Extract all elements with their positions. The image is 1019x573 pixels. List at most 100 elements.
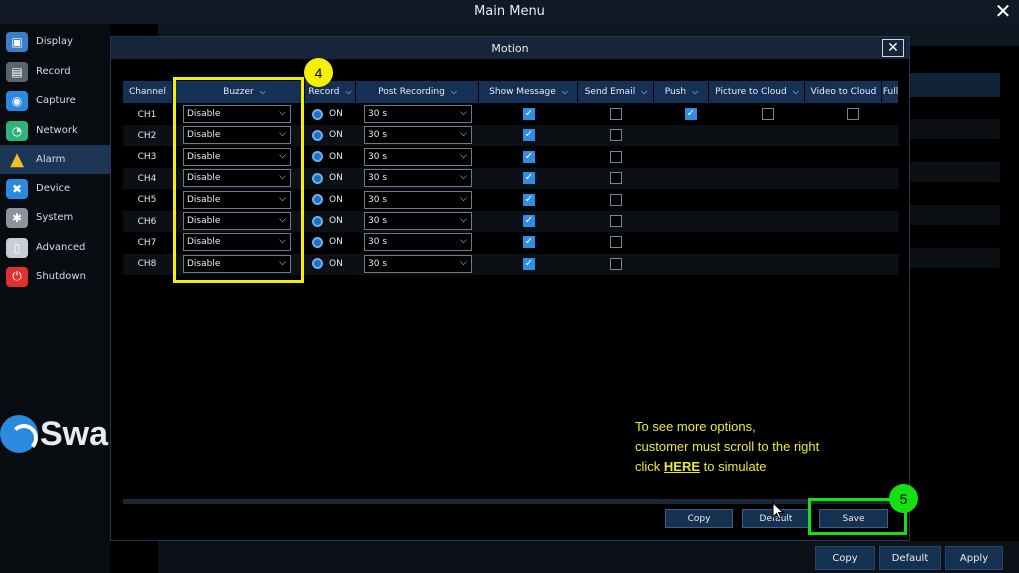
record-radio-icon xyxy=(312,108,323,120)
chevron-down-icon: ⌵ xyxy=(345,87,352,96)
record-toggle[interactable]: ON xyxy=(312,126,343,144)
post-recording-select[interactable]: 30 s ⌵ xyxy=(364,147,472,166)
send-email-checkbox[interactable] xyxy=(610,129,622,142)
hint-line-1: To see more options, xyxy=(635,419,756,434)
dialog-title: Motion xyxy=(491,42,529,55)
show-message-checkbox[interactable]: ✓ xyxy=(523,193,535,206)
record-state: ON xyxy=(329,130,343,141)
record-toggle[interactable]: ON xyxy=(312,105,343,123)
copy-button[interactable]: Copy xyxy=(665,509,733,528)
record-state: ON xyxy=(329,151,343,162)
record-radio-icon xyxy=(312,129,323,141)
buzzer-highlight-box xyxy=(173,77,304,283)
record-state: ON xyxy=(329,237,343,248)
sidebar-item-record[interactable]: ▤ Record xyxy=(0,57,110,86)
record-toggle[interactable]: ON xyxy=(312,212,343,230)
chevron-down-icon: ⌵ xyxy=(460,215,467,225)
chevron-down-icon: ⌵ xyxy=(460,129,467,140)
post-recording-value: 30 s xyxy=(368,173,388,184)
record-toggle[interactable]: ON xyxy=(312,255,343,273)
send-email-checkbox[interactable] xyxy=(610,215,622,227)
column-header-label: Channel xyxy=(129,87,166,97)
footer-apply-button[interactable]: Apply xyxy=(945,546,1003,570)
column-header-send-email[interactable]: Send Email ⌵ xyxy=(579,81,654,103)
column-header-full: Full xyxy=(883,81,899,103)
post-recording-select[interactable]: 30 s ⌵ xyxy=(364,169,472,188)
sidebar-item-label: Alarm xyxy=(36,154,66,165)
chevron-down-icon: ⌵ xyxy=(641,87,648,96)
show-message-checkbox[interactable]: ✓ xyxy=(523,150,535,163)
record-state: ON xyxy=(329,216,343,226)
sidebar-item-label: Shutdown xyxy=(36,271,86,282)
sidebar-item-network[interactable]: ◔ Network xyxy=(0,116,110,145)
background-row xyxy=(910,162,1000,182)
sidebar-item-capture[interactable]: ◉ Capture xyxy=(0,86,110,115)
video-to-cloud-checkbox[interactable] xyxy=(847,108,859,120)
push-checkbox[interactable]: ✓ xyxy=(685,108,697,120)
sidebar-item-label: Capture xyxy=(36,95,76,106)
sidebar-item-display[interactable]: ▣ Display xyxy=(0,27,110,56)
dialog-titlebar: Motion ✕ xyxy=(111,37,909,59)
send-email-checkbox[interactable] xyxy=(610,150,622,163)
show-message-checkbox[interactable]: ✓ xyxy=(523,172,535,185)
post-recording-select[interactable]: 30 s ⌵ xyxy=(364,105,472,123)
column-header-label: Picture to Cloud xyxy=(715,87,787,97)
sidebar-item-alarm[interactable]: ▲ Alarm xyxy=(0,145,110,174)
column-header-post-recording[interactable]: Post Recording ⌵ xyxy=(357,81,479,103)
post-recording-select[interactable]: 30 s ⌵ xyxy=(364,254,472,273)
background-row xyxy=(910,119,1000,139)
record-state: ON xyxy=(329,109,343,119)
channel-cell: CH1 xyxy=(137,109,157,120)
send-email-checkbox[interactable] xyxy=(610,108,622,120)
post-recording-select[interactable]: 30 s ⌵ xyxy=(364,126,472,145)
post-recording-select[interactable]: 30 s ⌵ xyxy=(364,212,472,230)
sidebar-item-system[interactable]: ✱ System xyxy=(0,203,110,232)
close-icon[interactable]: ✕ xyxy=(993,1,1013,21)
show-message-checkbox[interactable]: ✓ xyxy=(523,108,535,120)
column-header-show-message[interactable]: Show Message ⌵ xyxy=(480,81,578,103)
post-recording-value: 30 s xyxy=(368,109,388,119)
record-toggle[interactable]: ON xyxy=(312,148,343,166)
record-icon: ▤ xyxy=(6,61,28,82)
record-toggle[interactable]: ON xyxy=(312,233,343,251)
dialog-close-icon[interactable]: ✕ xyxy=(882,39,904,57)
sidebar-item-device[interactable]: ✖ Device xyxy=(0,174,110,203)
sidebar-item-label: Advanced xyxy=(36,242,86,253)
record-radio-icon xyxy=(312,194,323,206)
column-header-picture-to-cloud[interactable]: Picture to Cloud ⌵ xyxy=(710,81,805,103)
sidebar-item-advanced[interactable]: ▯ Advanced xyxy=(0,233,110,262)
mouse-icon: ▯ xyxy=(6,237,28,258)
column-header-label: Show Message xyxy=(489,87,556,97)
footer-default-button[interactable]: Default xyxy=(879,546,941,570)
show-message-checkbox[interactable]: ✓ xyxy=(523,129,535,142)
record-radio-icon xyxy=(312,258,323,270)
display-icon: ▣ xyxy=(6,31,28,52)
send-email-checkbox[interactable] xyxy=(610,172,622,185)
window-title: Main Menu xyxy=(474,4,545,19)
background-table-header xyxy=(910,73,1000,97)
send-email-checkbox[interactable] xyxy=(610,236,622,249)
record-toggle[interactable]: ON xyxy=(312,191,343,209)
column-header-label: Post Recording xyxy=(378,87,445,97)
column-header-push[interactable]: Push ⌵ xyxy=(655,81,709,103)
chevron-down-icon: ⌵ xyxy=(460,108,467,118)
channel-cell: CH4 xyxy=(137,173,157,184)
send-email-checkbox[interactable] xyxy=(610,257,622,270)
send-email-checkbox[interactable] xyxy=(610,193,622,206)
post-recording-select[interactable]: 30 s ⌵ xyxy=(364,233,472,252)
sidebar-item-label: Device xyxy=(36,183,71,194)
chevron-down-icon: ⌵ xyxy=(460,236,467,247)
sidebar-item-label: System xyxy=(36,212,74,223)
show-message-checkbox[interactable]: ✓ xyxy=(523,215,535,227)
sidebar-item-shutdown[interactable]: ⏻ Shutdown xyxy=(0,262,110,291)
picture-to-cloud-checkbox[interactable] xyxy=(762,108,774,120)
post-recording-value: 30 s xyxy=(368,130,388,141)
hint-line-2: customer must scroll to the right xyxy=(635,439,820,454)
post-recording-select[interactable]: 30 s ⌵ xyxy=(364,190,472,209)
footer-copy-button[interactable]: Copy xyxy=(815,546,875,570)
record-toggle[interactable]: ON xyxy=(312,169,343,187)
hint-here-link[interactable]: HERE xyxy=(664,459,700,474)
show-message-checkbox[interactable]: ✓ xyxy=(523,257,535,270)
record-radio-icon xyxy=(312,236,323,248)
show-message-checkbox[interactable]: ✓ xyxy=(523,236,535,249)
